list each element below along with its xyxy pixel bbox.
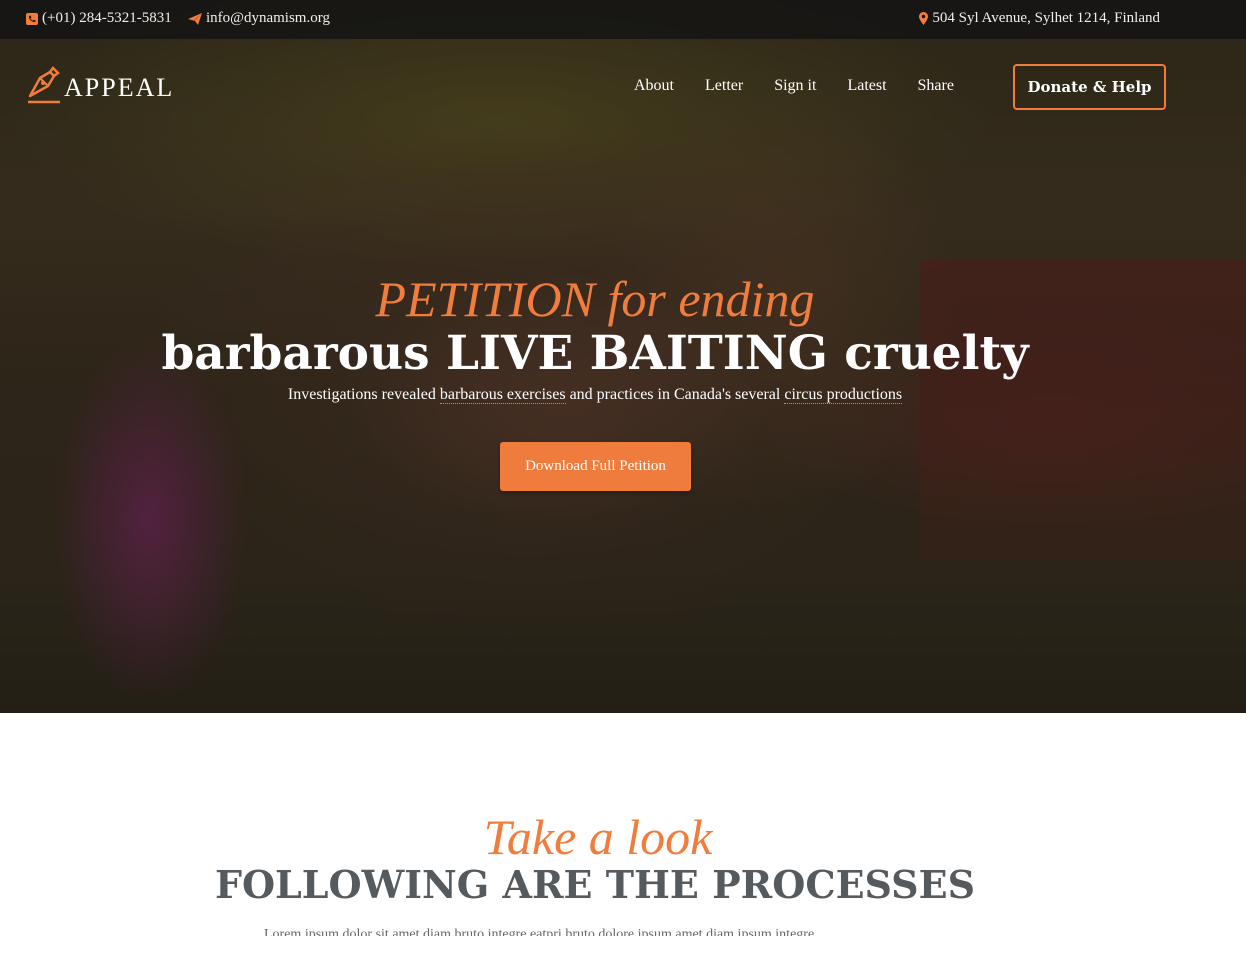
top-bar: (+01) 284-5321-5831 info@dynamism.org 50… (0, 0, 1246, 39)
nav-letter[interactable]: Letter (705, 77, 743, 95)
pen-nib-logo-icon (26, 66, 62, 109)
processes-title: FOLLOWING ARE THE PROCESSES (214, 862, 976, 907)
topbar-email-text: info@dynamism.org (206, 10, 330, 26)
hero-subtitle: PETITION for ending (375, 271, 815, 327)
hero-description: Investigations revealed barbarous exerci… (0, 386, 1190, 404)
topbar-phone[interactable]: (+01) 284-5321-5831 (26, 10, 172, 27)
topbar-address-text: 504 Syl Avenue, Sylhet 1214, Finland (932, 10, 1160, 26)
logo-text: APPEAL (64, 72, 175, 102)
hero-title: barbarous LIVE BAITING cruelty (161, 326, 1029, 381)
hero-desc-text-1: Investigations revealed (287, 386, 440, 403)
nav-about[interactable]: About (634, 77, 674, 95)
nav-share[interactable]: Share (918, 77, 954, 95)
download-petition-button[interactable]: Download Full Petition (500, 442, 691, 491)
main-nav: About Letter Sign it Latest Share (634, 77, 985, 95)
phone-icon (26, 12, 38, 25)
logo[interactable]: APPEAL (26, 66, 174, 109)
donate-button[interactable]: Donate & Help (1013, 64, 1166, 110)
topbar-email[interactable]: info@dynamism.org (188, 10, 330, 27)
nav-sign-it[interactable]: Sign it (774, 77, 816, 95)
topbar-phone-text: (+01) 284-5321-5831 (42, 10, 172, 26)
map-pin-icon (919, 12, 929, 25)
hero-section: (+01) 284-5321-5831 info@dynamism.org 50… (0, 0, 1246, 713)
nav-latest[interactable]: Latest (847, 77, 886, 95)
processes-description: Lorem ipsum dolor sit amet diam bruto in… (264, 927, 815, 936)
topbar-address: 504 Syl Avenue, Sylhet 1214, Finland (919, 10, 1160, 27)
processes-subtitle: Take a look (483, 809, 713, 865)
hero-desc-text-2: and practices in Canada's several (565, 386, 785, 403)
hero-desc-link-barbarous[interactable]: barbarous exercises (439, 386, 566, 404)
hero-desc-link-circus[interactable]: circus productions (784, 386, 903, 404)
paper-plane-icon (188, 12, 202, 25)
